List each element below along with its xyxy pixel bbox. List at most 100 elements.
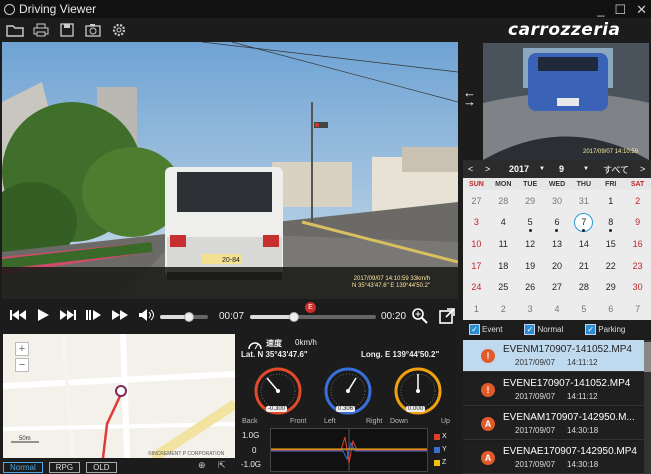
- minimize-button[interactable]: _: [597, 2, 604, 18]
- main-video[interactable]: 20-84 2017/09/07 14:10:59 33km/h N 35°43…: [2, 42, 458, 299]
- rear-video[interactable]: 2017/09/07 14:10:59: [483, 43, 649, 160]
- calendar-day[interactable]: 5: [517, 212, 544, 234]
- volume-slider-knob[interactable]: [184, 312, 194, 322]
- calendar-day[interactable]: 14: [570, 233, 597, 255]
- calendar-day[interactable]: 17: [463, 255, 490, 277]
- close-button[interactable]: ✕: [636, 2, 647, 18]
- skip-forward-button[interactable]: [60, 308, 76, 324]
- weekday-wed: WED: [548, 180, 566, 188]
- camera-icon[interactable]: [84, 22, 102, 38]
- calendar-day[interactable]: 2: [490, 298, 517, 320]
- month-select[interactable]: 9: [559, 164, 564, 174]
- calendar-day[interactable]: 18: [490, 255, 517, 277]
- year-select[interactable]: 2017: [509, 164, 529, 174]
- file-name: EVENAE170907-142950.MP4: [503, 446, 637, 457]
- zoom-icon[interactable]: [412, 308, 428, 329]
- map-view[interactable]: + − 50m: [3, 334, 235, 458]
- map-tab-normal[interactable]: Normal: [3, 461, 43, 473]
- settings-icon[interactable]: [110, 22, 128, 38]
- frame-step-button[interactable]: [86, 308, 102, 324]
- calendar-day[interactable]: 31: [570, 190, 597, 212]
- calendar-day[interactable]: 8: [597, 212, 624, 234]
- file-row[interactable]: ! EVENM170907-141052.MP4 2017/09/07 14:11:1…: [463, 340, 644, 372]
- print-icon[interactable]: [32, 22, 50, 38]
- calendar-day[interactable]: 29: [517, 190, 544, 212]
- calendar-day[interactable]: 7: [624, 298, 651, 320]
- calendar-day[interactable]: 27: [544, 277, 571, 299]
- calendar-next-button[interactable]: >: [640, 164, 645, 174]
- driving-viewer-window: Driving Viewer _ ☐ ✕ carrozzeria 20-84 2…: [0, 0, 651, 474]
- calendar-day[interactable]: 6: [544, 212, 571, 234]
- file-time: 14:11:12: [567, 358, 598, 367]
- calendar-day[interactable]: 25: [490, 277, 517, 299]
- file-name: EVENE170907-141052.MP4: [503, 378, 631, 389]
- license-plate: 20-84: [222, 257, 240, 264]
- map-tab-rpg[interactable]: RPG: [48, 461, 81, 473]
- calendar-day[interactable]: 29: [597, 277, 624, 299]
- maximize-button[interactable]: ☐: [614, 2, 626, 18]
- map-zoom-in-button[interactable]: +: [15, 342, 29, 356]
- file-list-scrollbar[interactable]: [644, 340, 651, 474]
- volume-icon[interactable]: [138, 308, 154, 325]
- calendar-day[interactable]: 4: [490, 212, 517, 234]
- calendar-day[interactable]: 4: [544, 298, 571, 320]
- map-expand-icon[interactable]: ⇱: [218, 460, 226, 471]
- calendar-day[interactable]: 13: [544, 233, 571, 255]
- calendar-day[interactable]: 1: [597, 190, 624, 212]
- calendar-day[interactable]: 3: [463, 212, 490, 234]
- calendar-day-label: 29: [525, 195, 536, 206]
- prev-month-button[interactable]: <: [468, 164, 473, 174]
- calendar-day[interactable]: 23: [624, 255, 651, 277]
- calendar-day[interactable]: 9: [624, 212, 651, 234]
- calendar-day[interactable]: 21: [570, 255, 597, 277]
- save-icon[interactable]: [58, 22, 76, 38]
- calendar-day[interactable]: 28: [570, 277, 597, 299]
- calendar-day[interactable]: 1: [463, 298, 490, 320]
- file-date: 2017/09/07: [515, 392, 556, 401]
- calendar-day[interactable]: 16: [624, 233, 651, 255]
- calendar-day[interactable]: 19: [517, 255, 544, 277]
- month-dropdown-icon[interactable]: ▼: [583, 166, 589, 172]
- file-time: 14:30:18: [567, 460, 599, 469]
- filter-parking[interactable]: ✓ Parking: [585, 323, 625, 335]
- calendar-day[interactable]: 3: [517, 298, 544, 320]
- calendar-day[interactable]: 10: [463, 233, 490, 255]
- open-folder-icon[interactable]: [6, 22, 24, 38]
- file-row[interactable]: A EVENAE170907-142950.MP4 2017/09/07 14:30:…: [463, 442, 644, 474]
- file-row[interactable]: ! EVENE170907-141052.MP4 2017/09/07 14:11:1…: [463, 374, 644, 406]
- calendar-day[interactable]: 27: [463, 190, 490, 212]
- calendar-day[interactable]: 30: [624, 277, 651, 299]
- file-row[interactable]: A EVENAM170907-142950.M... 2017/09/07 14:30…: [463, 408, 644, 440]
- fast-forward-button[interactable]: [112, 308, 128, 324]
- event-marker[interactable]: E: [305, 302, 316, 313]
- expand-icon[interactable]: [439, 308, 455, 329]
- calendar-day[interactable]: 15: [597, 233, 624, 255]
- calendar-day[interactable]: 6: [597, 298, 624, 320]
- calendar-day[interactable]: 2: [624, 190, 651, 212]
- show-all-button[interactable]: すべて: [603, 163, 629, 176]
- calendar-day[interactable]: 12: [517, 233, 544, 255]
- filter-normal[interactable]: ✓ Normal: [524, 323, 563, 335]
- checkbox-icon[interactable]: ✓: [585, 323, 597, 335]
- calendar-day[interactable]: 26: [517, 277, 544, 299]
- year-dropdown-icon[interactable]: ▼: [539, 166, 545, 172]
- calendar-day[interactable]: 11: [490, 233, 517, 255]
- filter-event[interactable]: ✓ Event: [469, 323, 502, 335]
- calendar-day[interactable]: 5: [570, 298, 597, 320]
- calendar-day[interactable]: 24: [463, 277, 490, 299]
- globe-icon[interactable]: ⊕: [198, 460, 206, 471]
- checkbox-icon[interactable]: ✓: [469, 323, 480, 335]
- calendar-day[interactable]: 28: [490, 190, 517, 212]
- next-month-button[interactable]: >: [485, 164, 490, 174]
- calendar-day[interactable]: 22: [597, 255, 624, 277]
- calendar-day[interactable]: 30: [544, 190, 571, 212]
- checkbox-icon[interactable]: ✓: [524, 323, 536, 335]
- map-zoom-out-button[interactable]: −: [15, 358, 29, 372]
- calendar-day[interactable]: 20: [544, 255, 571, 277]
- swap-camera-icon[interactable]: ← →: [463, 86, 476, 108]
- map-tab-old[interactable]: OLD: [86, 461, 117, 473]
- play-button[interactable]: [36, 308, 50, 325]
- calendar-day[interactable]: 7: [570, 212, 597, 234]
- seek-bar-knob[interactable]: [289, 312, 299, 322]
- skip-back-button[interactable]: [10, 308, 26, 324]
